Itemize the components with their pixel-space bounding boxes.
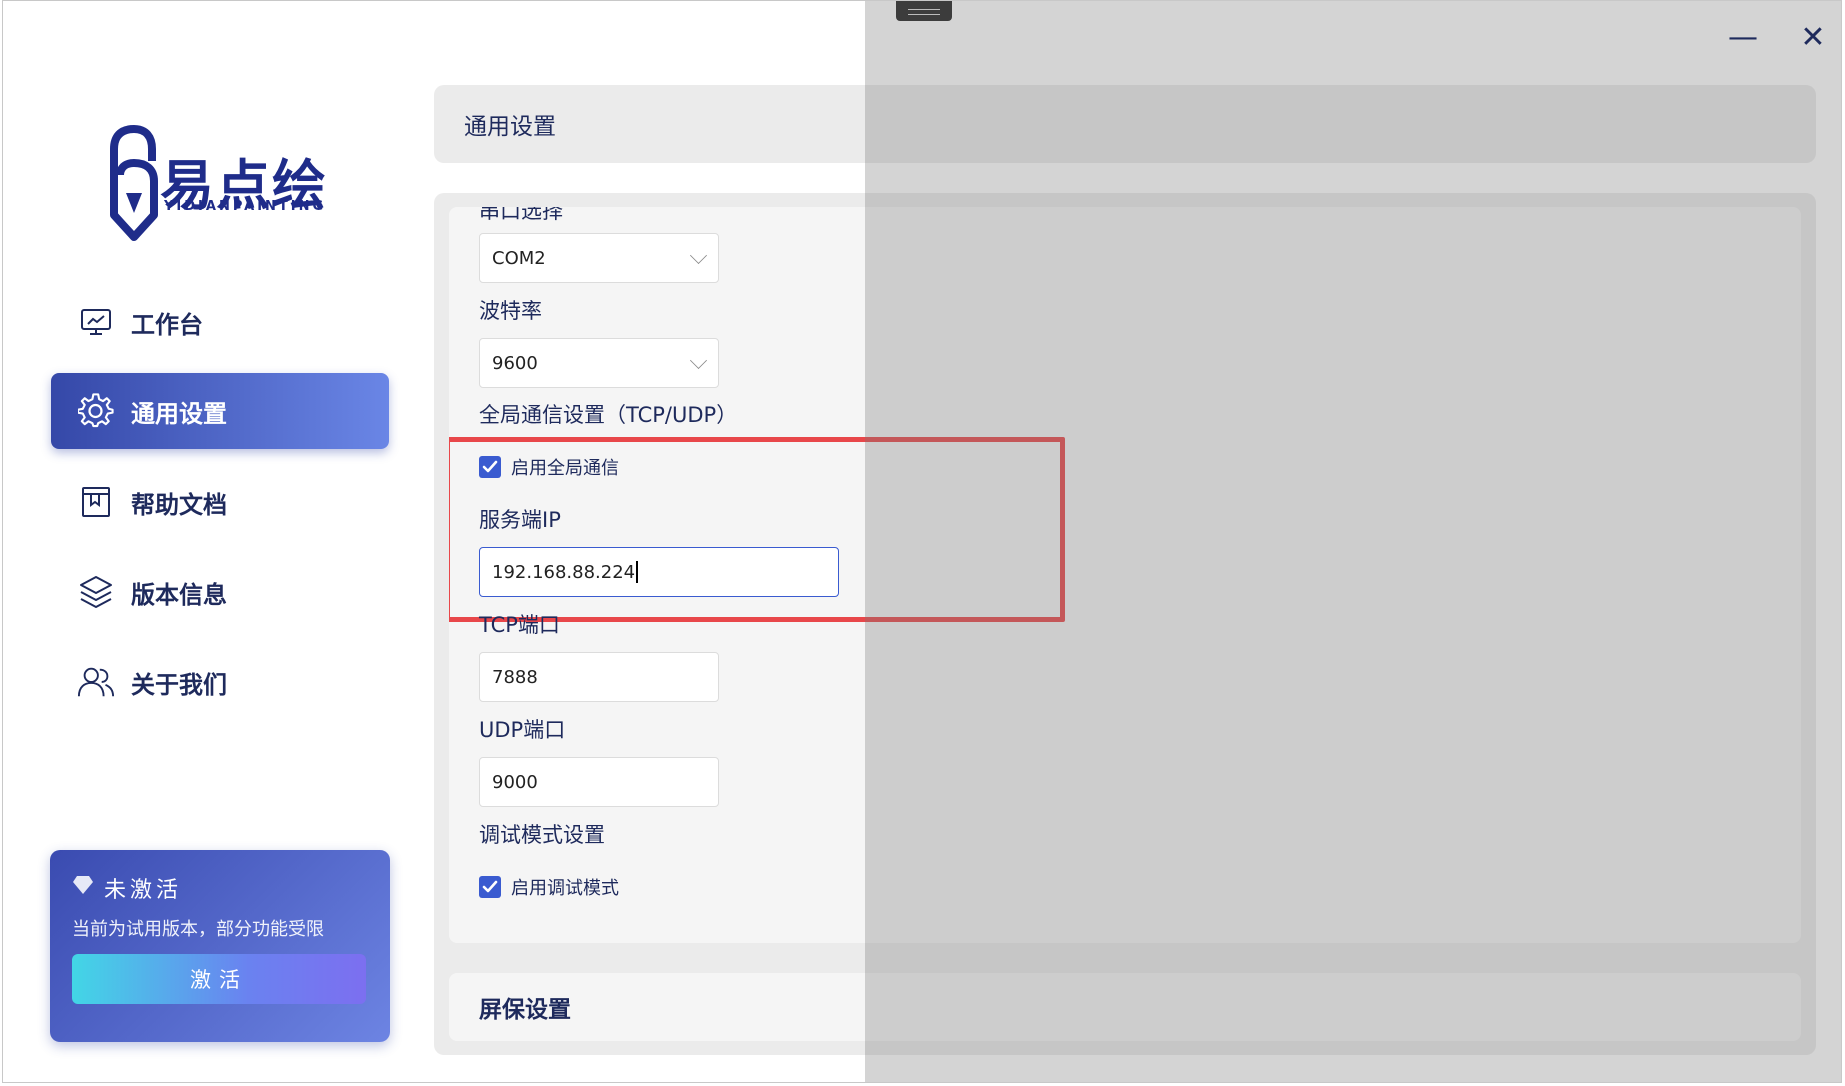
screensaver-section[interactable]: 屏保设置	[449, 973, 1801, 1041]
sidebar-item-workbench[interactable]: 工作台	[51, 284, 389, 360]
book-icon	[77, 483, 115, 521]
server-ip-label: 服务端IP	[479, 508, 561, 532]
minimize-icon: —	[1728, 19, 1758, 55]
tcp-port-value: 7888	[492, 666, 538, 688]
diamond-icon	[72, 875, 94, 901]
baud-rate-label: 波特率	[479, 299, 542, 323]
global-comm-section-title: 全局通信设置（TCP/UDP）	[479, 403, 738, 427]
chevron-down-icon	[690, 352, 707, 369]
app-logo: 易点绘 YIDIANPAINTING	[108, 119, 348, 241]
serial-port-select[interactable]: COM2	[479, 233, 719, 283]
app-window: — ✕ 易点绘 YIDIANPAINTING 工作台 通用设置 帮助文档 版本信…	[2, 0, 1842, 1083]
tcp-port-input[interactable]: 7888	[479, 652, 719, 702]
sidebar-item-label: 关于我们	[131, 670, 227, 699]
settings-panel: 串口选择 COM2 波特率 9600 全局通信设置（TCP/UDP） 启用全局通…	[434, 193, 1816, 1055]
gear-icon	[77, 392, 115, 430]
enable-debug-label: 启用调试模式	[511, 878, 619, 899]
udp-port-label: UDP端口	[479, 718, 566, 742]
server-ip-value: 192.168.88.224	[492, 561, 636, 583]
close-icon: ✕	[1800, 19, 1826, 55]
sidebar-item-help-docs[interactable]: 帮助文档	[51, 464, 389, 540]
baud-rate-select[interactable]: 9600	[479, 338, 719, 388]
text-cursor	[636, 561, 638, 583]
udp-port-input[interactable]: 9000	[479, 757, 719, 807]
layers-icon	[77, 573, 115, 611]
window-drag-handle[interactable]	[896, 1, 952, 21]
sidebar-item-general-settings[interactable]: 通用设置	[51, 373, 389, 449]
serial-port-label: 串口选择	[479, 207, 563, 223]
chevron-down-icon	[690, 247, 707, 264]
server-ip-input[interactable]: 192.168.88.224	[479, 547, 839, 597]
sidebar-item-version-info[interactable]: 版本信息	[51, 554, 389, 630]
tcp-port-label: TCP端口	[479, 613, 560, 637]
enable-debug-checkbox[interactable]: 启用调试模式	[479, 874, 619, 900]
page-title: 通用设置	[434, 85, 1816, 163]
activation-status: 未激活	[72, 872, 182, 904]
enable-global-comm-checkbox[interactable]: 启用全局通信	[479, 454, 619, 480]
minimize-button[interactable]: —	[1723, 19, 1763, 55]
sidebar-item-label: 帮助文档	[131, 490, 227, 519]
checkbox-checked-icon	[479, 876, 501, 898]
settings-scroll-area[interactable]: 串口选择 COM2 波特率 9600 全局通信设置（TCP/UDP） 启用全局通…	[449, 207, 1801, 943]
checkbox-checked-icon	[479, 456, 501, 478]
sidebar-item-about-us[interactable]: 关于我们	[51, 644, 389, 720]
baud-rate-value: 9600	[492, 352, 538, 374]
udp-port-value: 9000	[492, 771, 538, 793]
users-icon	[77, 663, 115, 701]
serial-port-value: COM2	[492, 247, 546, 269]
logo-subtext: YIDIANPAINTING	[164, 199, 327, 214]
sidebar-item-label: 工作台	[131, 310, 203, 339]
enable-global-comm-label: 启用全局通信	[511, 458, 619, 479]
activate-button[interactable]: 激活	[72, 954, 366, 1004]
activation-card: 未激活 当前为试用版本，部分功能受限 激活	[50, 850, 390, 1042]
activation-note: 当前为试用版本，部分功能受限	[72, 919, 324, 940]
debug-section-title: 调试模式设置	[479, 823, 605, 847]
sidebar-item-label: 版本信息	[131, 580, 227, 609]
sidebar-item-label: 通用设置	[131, 399, 227, 428]
logo-mark-icon	[110, 125, 158, 241]
monitor-icon	[77, 303, 115, 341]
activation-status-text: 未激活	[104, 878, 183, 903]
close-button[interactable]: ✕	[1793, 19, 1833, 55]
